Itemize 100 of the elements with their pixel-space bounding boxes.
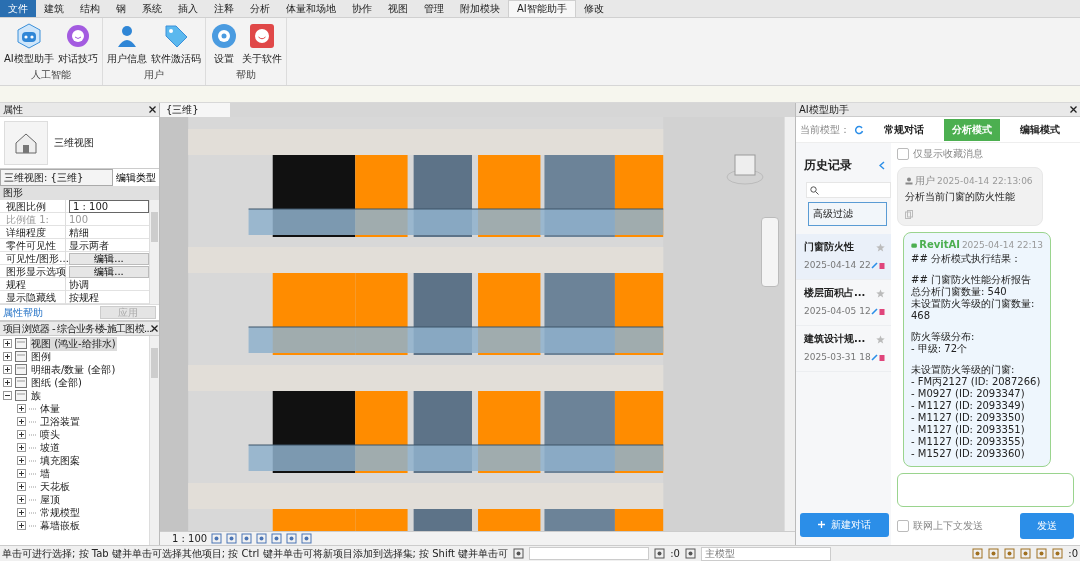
message-line: 总分析门窗数量: 540: [911, 286, 1007, 298]
mode-tab[interactable]: 常规对话: [876, 118, 932, 141]
trash-icon[interactable]: [879, 353, 885, 361]
mode-tab[interactable]: 编辑模式: [1012, 118, 1068, 141]
ribbon-tab[interactable]: 体量和场地: [278, 0, 344, 17]
checkbox[interactable]: [897, 520, 909, 532]
ribbon-button[interactable]: 关于软件: [240, 20, 283, 68]
tree-item[interactable]: 体量: [39, 401, 61, 416]
ribbon-tab[interactable]: 协作: [344, 0, 380, 17]
tree-item[interactable]: 幕墙嵌板: [39, 518, 81, 533]
collapse-icon[interactable]: [3, 391, 12, 400]
ribbon-tab[interactable]: 修改: [575, 0, 612, 17]
expand-icon[interactable]: [17, 404, 26, 413]
tree-item[interactable]: 天花板: [39, 479, 71, 494]
expand-icon[interactable]: [17, 469, 26, 478]
tree-item[interactable]: 屋顶: [39, 492, 61, 507]
history-item[interactable]: 楼层面积占... 2025-04-05 12: [796, 280, 891, 326]
pencil-icon[interactable]: [871, 353, 879, 361]
tree-line-icon: [29, 524, 36, 527]
favorites-checkbox[interactable]: 仅显示收藏消息: [897, 147, 1074, 161]
help-link[interactable]: 属性帮助: [3, 305, 43, 320]
message-input[interactable]: [897, 473, 1074, 507]
trash-icon[interactable]: [879, 261, 885, 269]
expand-icon[interactable]: [17, 508, 26, 517]
scroll-bar[interactable]: [149, 336, 159, 545]
expand-icon[interactable]: [17, 495, 26, 504]
checkbox[interactable]: [897, 148, 909, 160]
trash-icon[interactable]: [879, 307, 885, 315]
close-button[interactable]: [149, 106, 156, 113]
close-button[interactable]: [151, 325, 159, 332]
schedule-icon: [15, 364, 27, 375]
edit-button[interactable]: 编辑...: [69, 266, 149, 278]
ribbon-button[interactable]: 设置: [208, 20, 239, 68]
ribbon-tab[interactable]: 钢: [108, 0, 134, 17]
ribbon-tab[interactable]: 分析: [242, 0, 278, 17]
refresh-icon[interactable]: [854, 124, 864, 135]
tree-item[interactable]: 图例: [30, 349, 52, 364]
ribbon-tab[interactable]: 视图: [380, 0, 416, 17]
star-icon[interactable]: [876, 242, 885, 252]
expand-icon[interactable]: [17, 417, 26, 426]
expand-icon[interactable]: [17, 430, 26, 439]
ribbon-tab[interactable]: 结构: [72, 0, 108, 17]
ribbon-tab[interactable]: 插入: [170, 0, 206, 17]
ribbon-tab[interactable]: 建筑: [36, 0, 72, 17]
ribbon-tab[interactable]: 注释: [206, 0, 242, 17]
ribbon-tab[interactable]: 系统: [134, 0, 170, 17]
property-input[interactable]: 1 : 100: [69, 200, 149, 213]
history-item[interactable]: 建筑设计规... 2025-03-31 18: [796, 326, 891, 372]
expand-icon[interactable]: [17, 456, 26, 465]
ribbon-tab[interactable]: AI智能助手: [508, 0, 576, 17]
star-icon[interactable]: [876, 288, 885, 298]
search-field[interactable]: [806, 182, 891, 198]
expand-icon[interactable]: [17, 482, 26, 491]
history-item[interactable]: 门窗防火性 2025-04-14 22: [796, 234, 891, 280]
property-value: 协调: [68, 278, 90, 291]
tree-item[interactable]: 图纸 (全部): [30, 375, 83, 390]
message-line: - FM丙2127 (ID: 2087266): [911, 376, 1041, 388]
application-menu-button[interactable]: 文件: [0, 0, 36, 17]
legend-icon: [15, 351, 27, 362]
view-scale[interactable]: 1 : 100: [172, 533, 208, 544]
workset-field[interactable]: [529, 547, 650, 560]
tree-item[interactable]: 填充图案: [39, 453, 81, 468]
pencil-icon[interactable]: [871, 307, 879, 315]
model-dropdown[interactable]: 主模型: [700, 546, 831, 561]
scroll-bar[interactable]: [149, 200, 159, 304]
edit-button[interactable]: 编辑...: [69, 253, 149, 265]
ribbon-button[interactable]: 对话技巧: [56, 20, 99, 68]
star-icon[interactable]: [876, 334, 885, 344]
tree-item[interactable]: 墙: [39, 466, 51, 481]
scroll-bar[interactable]: [784, 117, 795, 531]
property-value: 100: [68, 213, 90, 226]
message-line: - M1127 (ID: 2093350): [911, 412, 1025, 424]
ribbon-button[interactable]: 软件激活码: [149, 20, 202, 68]
view-selector[interactable]: 三维视图: {三维}: [0, 169, 113, 186]
property-value: 精细: [68, 226, 90, 239]
tree-item[interactable]: 常规模型: [39, 505, 81, 520]
ribbon-button[interactable]: AI模型助手: [3, 20, 55, 68]
expand-icon[interactable]: [3, 352, 12, 361]
pencil-icon[interactable]: [871, 261, 879, 269]
tree-item[interactable]: 明细表/数量 (全部): [30, 362, 117, 377]
section-header: 图形: [0, 186, 159, 200]
web-context-checkbox[interactable]: 联网上下文发送: [897, 519, 983, 533]
expand-icon[interactable]: [3, 365, 12, 374]
history-item-title: 建筑设计规...: [804, 332, 866, 346]
edit-type-button[interactable]: 编辑类型: [113, 170, 159, 185]
expand-icon[interactable]: [17, 521, 26, 530]
tree-item[interactable]: 视图 (鸿业-给排水): [30, 336, 117, 351]
close-button[interactable]: [1070, 106, 1077, 113]
ribbon-tab[interactable]: 管理: [416, 0, 452, 17]
expand-icon[interactable]: [17, 443, 26, 452]
expand-icon[interactable]: [3, 378, 12, 387]
tree-item[interactable]: 族: [30, 388, 42, 403]
tree-item[interactable]: 卫浴装置: [39, 414, 81, 429]
tree-item[interactable]: 喷头: [39, 427, 61, 442]
ribbon-tab[interactable]: 附加模块: [452, 0, 508, 17]
expand-icon[interactable]: [3, 339, 12, 348]
view-tab[interactable]: {三维}: [160, 103, 230, 117]
ribbon-button[interactable]: 用户信息: [105, 20, 148, 68]
tree-item[interactable]: 坡道: [39, 440, 61, 455]
filter-dropdown[interactable]: 高级过滤: [808, 202, 887, 226]
